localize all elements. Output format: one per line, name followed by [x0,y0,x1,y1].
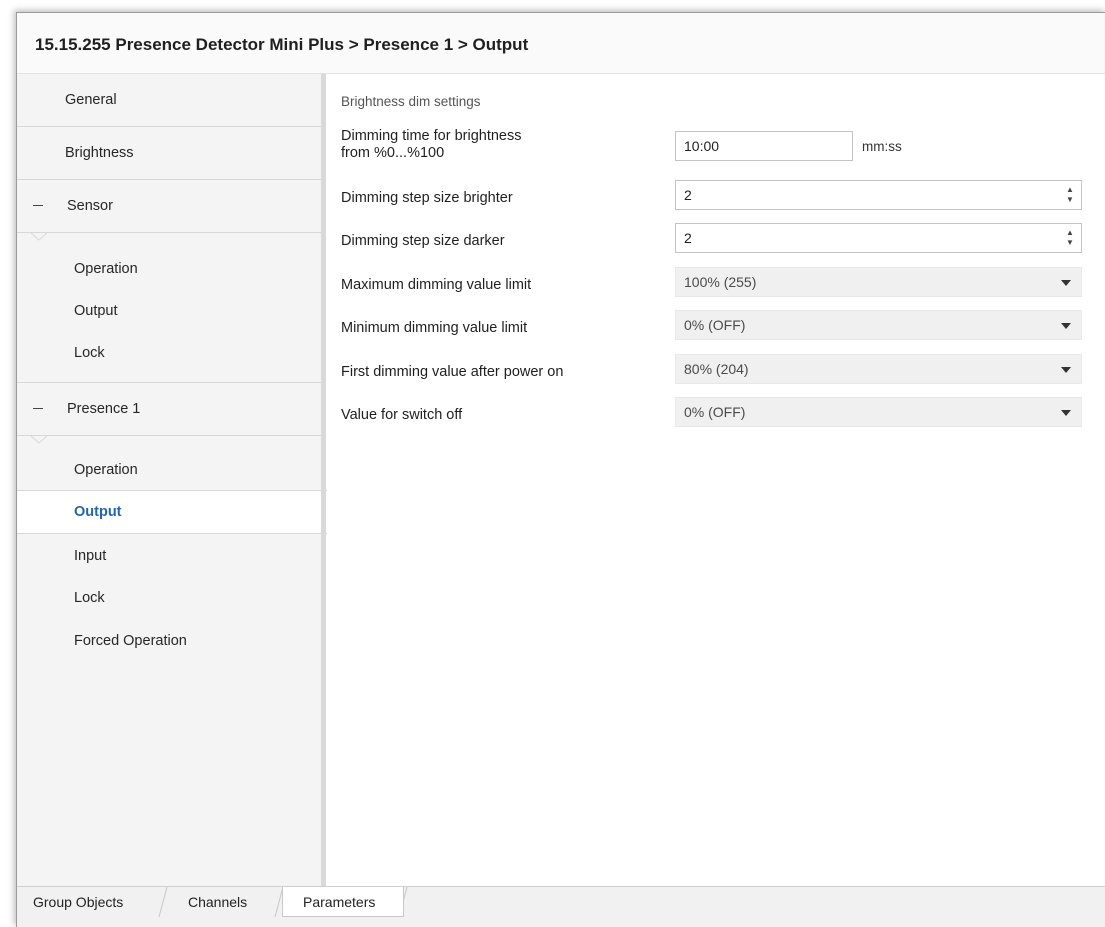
sidebar-item-label: Presence 1 [67,401,141,417]
param-label-step-darker: Dimming step size darker [341,233,505,249]
unit-label: mm:ss [862,139,902,154]
window: 15.15.255 Presence Detector Mini Plus > … [16,12,1105,927]
chevron-down-icon [1061,280,1071,286]
select-value: 0% (OFF) [684,404,746,420]
sidebar-item-presence-output[interactable]: Output [17,490,327,534]
sidebar-group-sensor[interactable]: Sensor [17,180,325,233]
header-bar: 15.15.255 Presence Detector Mini Plus > … [17,13,1105,74]
sidebar-group-presence[interactable]: Presence 1 [17,382,325,436]
sidebar-item-label: Output [74,303,118,319]
chevron-down-icon [1061,410,1071,416]
chevron-down-icon [1061,367,1071,373]
sidebar-item-label: Sensor [67,198,113,214]
sidebar-item-presence-operation[interactable]: Operation [17,449,325,491]
select-value: 100% (255) [684,274,757,290]
collapse-icon[interactable] [33,408,43,409]
tab-group-objects[interactable]: Group Objects [33,887,123,917]
param-label-step-brighter: Dimming step size brighter [341,190,513,206]
param-label-max-limit: Maximum dimming value limit [341,277,532,293]
stepper-value: 2 [684,187,692,203]
sidebar-item-label: Lock [74,590,105,606]
switch-off-select[interactable]: 0% (OFF) [675,397,1082,427]
step-brighter-stepper[interactable]: 2 ▲ ▼ [675,180,1082,210]
select-value: 80% (204) [684,361,749,377]
stepper-arrows-icon[interactable]: ▲ ▼ [1065,185,1075,205]
tree-notch-icon [31,233,47,241]
sidebar: General Brightness Sensor Operation Outp… [17,74,327,886]
chevron-down-icon [1061,323,1071,329]
stepper-arrows-icon[interactable]: ▲ ▼ [1065,228,1075,248]
tab-parameters[interactable]: Parameters [282,887,404,917]
tab-channels[interactable]: Channels [188,887,247,917]
sidebar-item-label: Operation [74,462,138,478]
param-label-line: Dimming time for brightness [341,128,522,144]
collapse-icon[interactable] [33,205,43,206]
sidebar-item-sensor-lock[interactable]: Lock [17,332,325,374]
sidebar-item-brightness[interactable]: Brightness [17,127,325,180]
sidebar-item-label: General [65,92,117,108]
sidebar-item-presence-input[interactable]: Input [17,535,325,577]
param-label-first-value: First dimming value after power on [341,364,564,380]
parameter-panel: Brightness dim settings Dimming time for… [327,74,1105,886]
stepper-value: 2 [684,230,692,246]
step-darker-stepper[interactable]: 2 ▲ ▼ [675,223,1082,253]
dimming-time-input[interactable]: 10:00 [675,131,853,161]
sidebar-item-presence-lock[interactable]: Lock [17,577,325,619]
tree-notch-icon [31,436,47,444]
param-label-line: from %0...%100 [341,145,445,161]
sidebar-item-label: Forced Operation [74,633,187,649]
sidebar-item-label: Output [74,504,122,520]
sidebar-item-label: Brightness [65,145,134,161]
min-limit-select[interactable]: 0% (OFF) [675,310,1082,340]
sidebar-item-label: Operation [74,261,138,277]
sidebar-item-label: Lock [74,345,105,361]
sidebar-item-presence-forced-operation[interactable]: Forced Operation [17,620,325,662]
sidebar-scrollbar[interactable] [321,74,326,886]
param-label-dimming-time: Dimming time for brightness from %0...%1… [341,128,522,162]
sidebar-item-general[interactable]: General [17,74,325,127]
section-title: Brightness dim settings [341,94,481,109]
sidebar-item-label: Input [74,548,107,564]
param-label-min-limit: Minimum dimming value limit [341,320,528,336]
sidebar-item-sensor-output[interactable]: Output [17,290,325,332]
first-value-select[interactable]: 80% (204) [675,354,1082,384]
sidebar-item-sensor-operation[interactable]: Operation [17,248,325,290]
bottom-tab-bar: Group Objects Channels Parameters [17,886,1105,927]
select-value: 0% (OFF) [684,317,746,333]
page-title: 15.15.255 Presence Detector Mini Plus > … [35,35,529,54]
max-limit-select[interactable]: 100% (255) [675,267,1082,297]
param-label-switch-off: Value for switch off [341,407,463,423]
